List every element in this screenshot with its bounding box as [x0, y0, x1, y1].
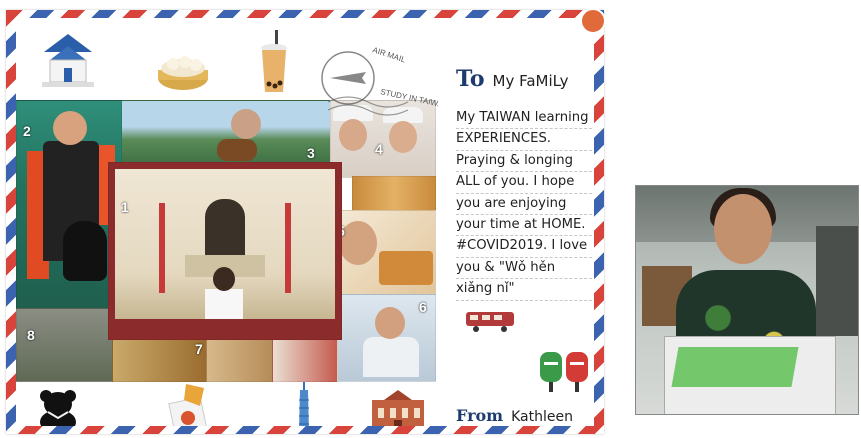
- dumpling-steamer-icon: [158, 56, 208, 90]
- photo-pastry-tray: [352, 176, 436, 212]
- photo-red-scroll: 2: [16, 100, 122, 310]
- mailbox-icon: [540, 352, 588, 392]
- to-label: To: [456, 66, 485, 92]
- photo-temple: 7: [112, 338, 208, 382]
- message-line: Praying & longing: [456, 151, 594, 173]
- photo-number-8: 8: [27, 327, 35, 343]
- from-line: From Kathleen: [456, 406, 573, 425]
- photo-number-6: 6: [419, 299, 427, 315]
- from-label: From: [456, 406, 504, 425]
- to-line: To My FaMiLy: [456, 66, 569, 92]
- message-line: ALL of you. I hope: [456, 172, 594, 194]
- taipei-101-icon: [299, 382, 309, 426]
- photo-food: [206, 338, 274, 382]
- photo-number-1: 1: [121, 199, 129, 215]
- train-icon: [466, 312, 514, 332]
- photo-number-7: 7: [195, 341, 203, 357]
- message-line: My TAIWAN learning: [456, 108, 594, 130]
- message-line: you are enjoying: [456, 194, 594, 216]
- sun-cake-icon: [168, 384, 208, 426]
- bubble-tea-icon: [261, 30, 287, 92]
- to-name: My FaMiLy: [492, 72, 569, 90]
- photo-bakery-selfie: 5: [334, 210, 436, 296]
- formosan-bear-icon: [40, 390, 76, 426]
- photo-memorial-hall: 1: [108, 162, 342, 340]
- photo-guitar-riverside: 3: [120, 100, 332, 166]
- photo-group: 8: [16, 308, 114, 382]
- airmail-postmark: AIR MAIL STUDY IN TAIWAN: [321, 45, 438, 116]
- message-line: your time at HOME.: [456, 215, 594, 237]
- photo-market: 6: [334, 294, 436, 382]
- message-line: xiǎng nǐ": [456, 279, 594, 301]
- letter-message: My TAIWAN learning EXPERIENCES. Praying …: [456, 108, 594, 301]
- message-line: you & "Wǒ hěn: [456, 258, 594, 280]
- photo-shop: [272, 338, 338, 382]
- postcard: 3 2 4 5 6 8 7 1: [6, 8, 606, 434]
- from-name: Kathleen: [511, 409, 573, 425]
- photo-number-2: 2: [23, 123, 31, 139]
- memorial-hall-icon: [42, 34, 94, 87]
- red-brick-building-icon: [372, 390, 424, 426]
- message-line: EXPERIENCES.: [456, 129, 594, 151]
- photo-number-4: 4: [375, 141, 383, 157]
- postcard-body: 3 2 4 5 6 8 7 1: [16, 18, 594, 426]
- corner-seal: [580, 8, 606, 34]
- letter-panel: To My FaMiLy My TAIWAN learning EXPERIEN…: [442, 18, 594, 426]
- message-line: #COVID2019. I love: [456, 236, 594, 258]
- photo-portrait-with-postcard: [635, 185, 859, 415]
- photo-number-3: 3: [307, 145, 315, 161]
- airmail-text: AIR MAIL: [371, 45, 407, 64]
